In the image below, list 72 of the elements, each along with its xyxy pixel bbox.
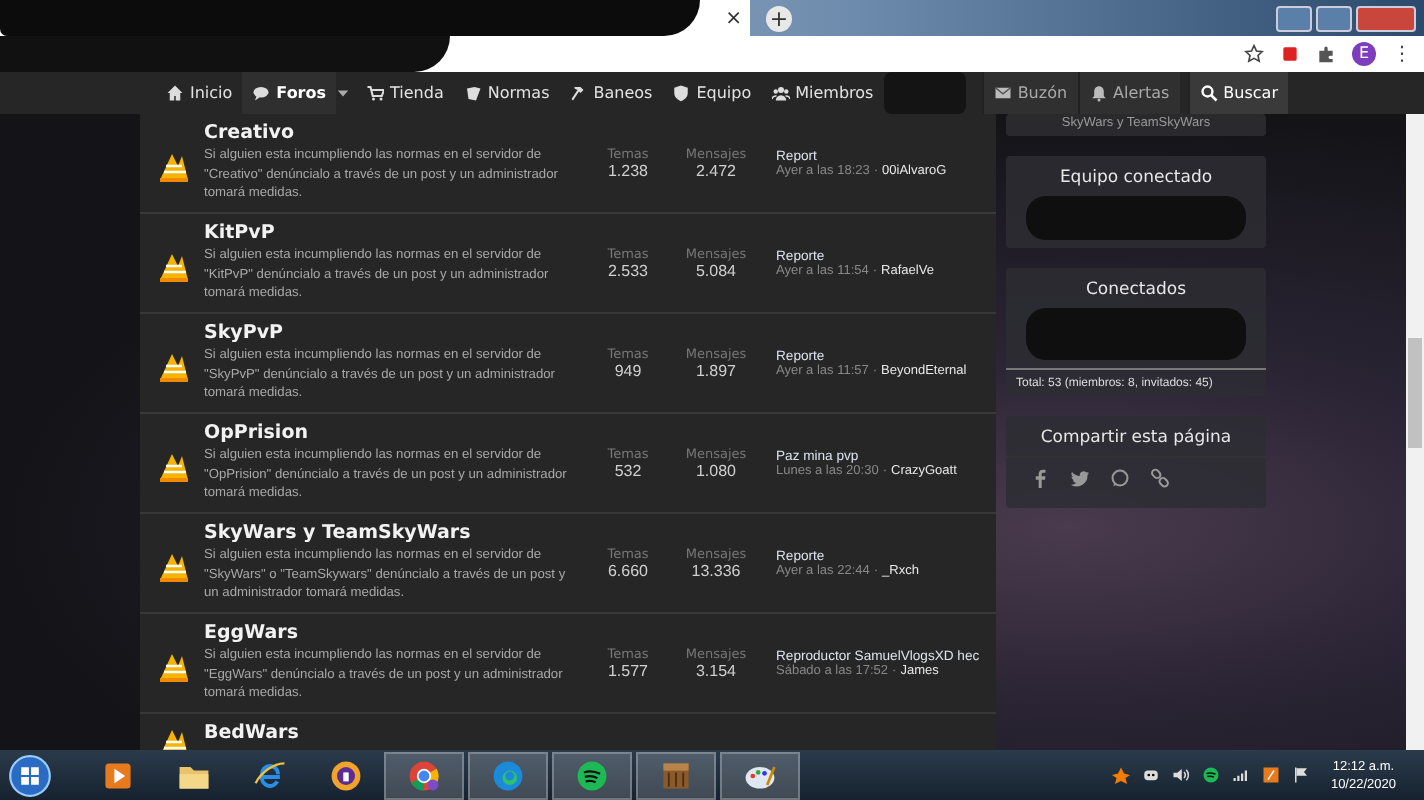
- users-icon: [771, 84, 790, 102]
- forum-title-link[interactable]: SkyWars y TeamSkyWars: [204, 522, 572, 545]
- nav-tab[interactable]: Tienda: [356, 72, 454, 114]
- puzzle-icon[interactable]: [1316, 44, 1336, 64]
- chrome-icon[interactable]: [384, 751, 464, 799]
- stat-value: 2.533: [607, 262, 649, 280]
- home-icon: [166, 84, 184, 102]
- crafting-table-icon[interactable]: [636, 751, 716, 799]
- close-tab-button[interactable]: ×: [725, 7, 742, 29]
- nav-link[interactable]: Buzón: [981, 72, 1078, 114]
- notes-app-icon[interactable]: [1262, 766, 1281, 784]
- extension-icon[interactable]: [1280, 44, 1300, 64]
- envelope-icon: [993, 84, 1012, 102]
- card-title: Conectados: [1084, 278, 1188, 304]
- star-icon[interactable]: [1244, 44, 1264, 64]
- shield-icon: [672, 84, 691, 102]
- speech-bubbles-icon: [252, 84, 271, 102]
- stat-value: 949: [614, 362, 642, 380]
- forum-title-link[interactable]: KitPvP: [204, 222, 572, 245]
- book-icon: [463, 84, 482, 102]
- start-button[interactable]: [8, 753, 52, 797]
- scrollbar[interactable]: [1406, 114, 1424, 750]
- new-tab-button[interactable]: +: [766, 5, 792, 31]
- nav-tab[interactable]: Equipo: [662, 72, 762, 114]
- hammer-icon: [569, 84, 588, 102]
- search-icon: [1199, 84, 1218, 102]
- nav-tab[interactable]: Inicio: [156, 72, 243, 114]
- forum-title-link[interactable]: BedWars: [204, 722, 572, 744]
- stat-value: 1.238: [607, 162, 649, 180]
- signal-icon[interactable]: [1232, 766, 1251, 784]
- caret-icon[interactable]: [336, 86, 351, 100]
- menu-button[interactable]: ⋮: [1392, 43, 1412, 65]
- stat-value: 1.080: [695, 462, 737, 480]
- antivirus-icon[interactable]: [1112, 766, 1131, 784]
- stat-value: 13.336: [691, 562, 741, 580]
- stat-value: 6.660: [607, 562, 649, 580]
- forum-title-link[interactable]: Creativo: [204, 122, 572, 145]
- stat-value: 5.084: [695, 262, 737, 280]
- card-title: Compartir esta página: [1038, 426, 1234, 452]
- window-controls[interactable]: [1276, 5, 1416, 31]
- speaker-icon[interactable]: [1172, 766, 1191, 784]
- nav-tab[interactable]: Baneos: [559, 72, 663, 114]
- forum-title-link[interactable]: EggWars: [204, 622, 572, 645]
- cart-icon: [366, 84, 385, 102]
- link-icon[interactable]: [1150, 468, 1170, 488]
- paint-palette-icon[interactable]: [720, 751, 800, 799]
- browser-tab[interactable]: ×: [0, 0, 750, 36]
- forum-title-link[interactable]: SkyPvP: [204, 322, 572, 345]
- twitter-icon[interactable]: [1070, 468, 1090, 488]
- stat-value: 3.154: [695, 662, 737, 680]
- discord-icon[interactable]: [1142, 766, 1161, 784]
- stat-value: 1.897: [695, 362, 737, 380]
- card-title: Equipo conectado: [1057, 166, 1215, 192]
- stat-value: 2.472: [695, 162, 737, 180]
- stat-value: 532: [614, 462, 642, 480]
- nav-tab[interactable]: Foros: [242, 72, 337, 114]
- nav-tab[interactable]: Normas: [453, 72, 560, 114]
- edge-icon[interactable]: [468, 751, 548, 799]
- redaction-mark: [883, 72, 966, 114]
- spotify-icon[interactable]: [552, 751, 632, 799]
- nav-link[interactable]: Alertas: [1077, 72, 1180, 114]
- scrollbar-thumb[interactable]: [1408, 337, 1422, 447]
- whatsapp-icon[interactable]: [1110, 468, 1130, 488]
- bell-icon: [1089, 84, 1108, 102]
- facebook-icon[interactable]: [1030, 468, 1050, 488]
- stat-value: 1.577: [607, 662, 649, 680]
- profile-avatar[interactable]: E: [1352, 42, 1376, 66]
- flag-icon[interactable]: [1292, 766, 1311, 784]
- nav-tab[interactable]: Miembros: [761, 72, 884, 114]
- spotify-icon[interactable]: [1202, 766, 1221, 784]
- forum-title-link[interactable]: OpPrision: [204, 422, 572, 445]
- search-button[interactable]: Buscar: [1187, 72, 1288, 114]
